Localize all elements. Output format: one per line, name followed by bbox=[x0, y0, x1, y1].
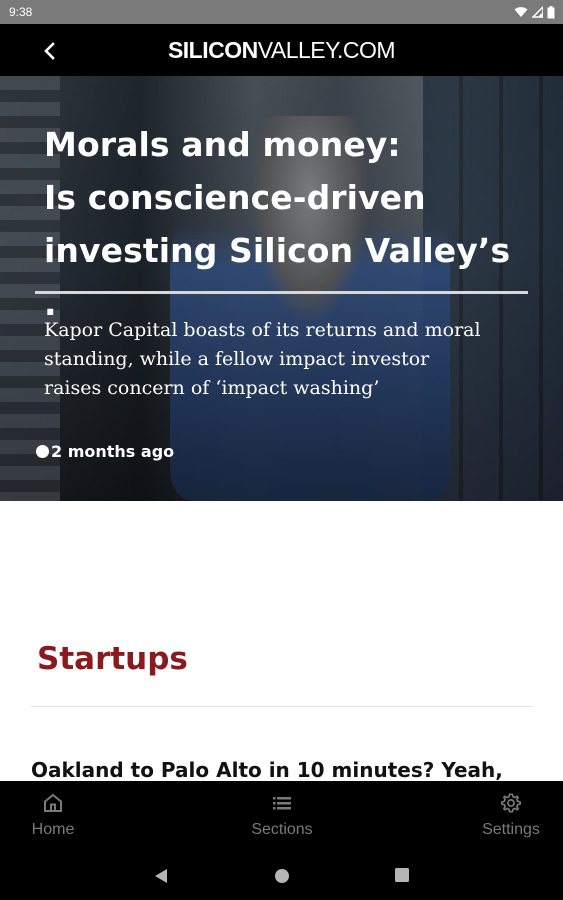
brand-logo: SILICONVALLEY.COM bbox=[0, 37, 563, 64]
hero-summary-line: Kapor Capital boasts of its returns and … bbox=[44, 319, 481, 341]
hero-divider bbox=[35, 291, 528, 294]
nav-home-label: Home bbox=[31, 821, 75, 838]
hero-headline[interactable]: Morals and money: Is conscience-driven i… bbox=[44, 118, 534, 330]
wifi-icon bbox=[514, 7, 528, 17]
signal-icon bbox=[532, 6, 543, 18]
hero-time-ago: 2 months ago bbox=[51, 442, 175, 461]
battery-icon bbox=[547, 5, 555, 18]
gear-icon bbox=[501, 793, 521, 813]
brand-logo-light: VALLEY.COM bbox=[257, 37, 396, 63]
hero-summary: Kapor Capital boasts of its returns and … bbox=[44, 316, 524, 403]
app-header: SILICONVALLEY.COM bbox=[0, 24, 563, 76]
status-icons bbox=[514, 5, 555, 19]
section-title[interactable]: Startups bbox=[37, 641, 188, 677]
list-icon bbox=[273, 797, 291, 810]
home-icon bbox=[44, 793, 62, 812]
bottom-nav: Home Sections Settings bbox=[0, 781, 563, 849]
system-recents-icon[interactable] bbox=[395, 868, 409, 882]
status-bar: 9:38 bbox=[0, 0, 563, 24]
nav-home[interactable]: Home bbox=[0, 781, 108, 849]
clock-icon bbox=[36, 445, 49, 458]
hero-headline-line: investing Silicon Valley’s . bbox=[44, 231, 511, 323]
nav-settings-label: Settings bbox=[482, 821, 540, 838]
section-divider bbox=[31, 706, 532, 707]
nav-sections-label: Sections bbox=[251, 821, 313, 838]
story-headline[interactable]: Oakland to Palo Alto in 10 minutes? Yeah… bbox=[31, 756, 561, 784]
nav-sections[interactable]: Sections bbox=[227, 781, 337, 849]
hero-story[interactable]: Morals and money: Is conscience-driven i… bbox=[0, 76, 563, 501]
status-time: 9:38 bbox=[9, 5, 33, 19]
nav-settings[interactable]: Settings bbox=[456, 781, 563, 849]
system-home-icon[interactable] bbox=[274, 868, 290, 884]
hero-headline-line: Is conscience-driven bbox=[44, 178, 426, 217]
hero-summary-line: standing, while a fellow impact investor bbox=[44, 348, 430, 370]
system-nav-bar bbox=[0, 849, 563, 900]
brand-logo-bold: SILICON bbox=[167, 37, 258, 63]
hero-summary-line: raises concern of ‘impact washing’ bbox=[44, 377, 380, 399]
system-back-icon[interactable] bbox=[154, 868, 168, 884]
hero-timestamp: 2 months ago bbox=[36, 442, 174, 461]
hero-headline-line: Morals and money: bbox=[44, 125, 401, 164]
